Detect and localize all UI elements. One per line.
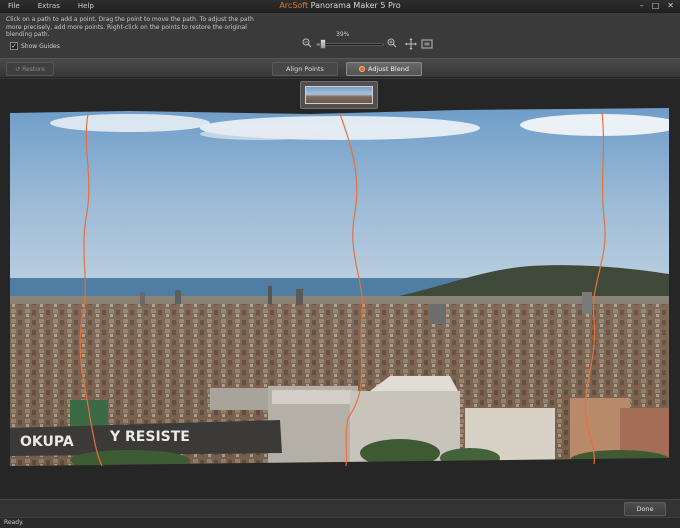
navigator-viewport[interactable]	[305, 86, 373, 104]
zoom-slider-thumb[interactable]	[320, 39, 326, 49]
mode-toolbar: ↺ Restore Align Points Adjust Blend	[0, 58, 680, 78]
app-brand: ArcSoft	[279, 1, 309, 10]
zoom-percent: 39%	[336, 31, 350, 38]
instructions-text: Click on a path to add a point. Drag the…	[6, 16, 254, 38]
app-title: Panorama Maker 5 Pro	[310, 1, 401, 10]
graffiti-text-2: Y RESISTE	[109, 429, 190, 445]
bottom-bar: Done	[0, 499, 680, 517]
panorama-preview[interactable]: OKUPA Y RESISTE	[10, 108, 669, 470]
move-tool-icon[interactable]	[405, 38, 417, 50]
show-guides-checkbox[interactable]: ✓	[10, 42, 18, 50]
tab-align-points-label: Align Points	[286, 65, 324, 73]
title-bar: File Extras Help ArcSoft Panorama Maker …	[0, 0, 680, 13]
close-button[interactable]: ✕	[667, 1, 674, 10]
restore-label: Restore	[22, 65, 45, 73]
show-guides-option[interactable]: ✓ Show Guides	[10, 42, 60, 50]
window-controls: – □ ✕	[640, 1, 674, 10]
minimize-button[interactable]: –	[640, 1, 644, 10]
tab-adjust-blend-label: Adjust Blend	[368, 65, 409, 73]
graffiti-text-1: OKUPA	[20, 434, 74, 450]
tab-adjust-blend[interactable]: Adjust Blend	[346, 62, 422, 76]
maximize-button[interactable]: □	[652, 1, 660, 10]
adjust-blend-icon	[359, 66, 366, 72]
restore-button[interactable]: ↺ Restore	[6, 62, 54, 76]
done-button[interactable]: Done	[624, 502, 666, 516]
fit-to-window-icon[interactable]	[421, 38, 433, 50]
window-title: ArcSoft Panorama Maker 5 Pro	[0, 1, 680, 10]
zoom-in-icon[interactable]	[387, 38, 397, 48]
status-bar: Ready.	[0, 517, 680, 528]
show-guides-label: Show Guides	[21, 42, 60, 50]
zoom-slider-track[interactable]	[316, 43, 384, 46]
zoom-out-icon[interactable]	[302, 38, 312, 48]
restore-icon: ↺	[15, 65, 21, 73]
tab-align-points[interactable]: Align Points	[272, 62, 338, 76]
panorama-navigator-thumbnail[interactable]	[300, 81, 378, 109]
